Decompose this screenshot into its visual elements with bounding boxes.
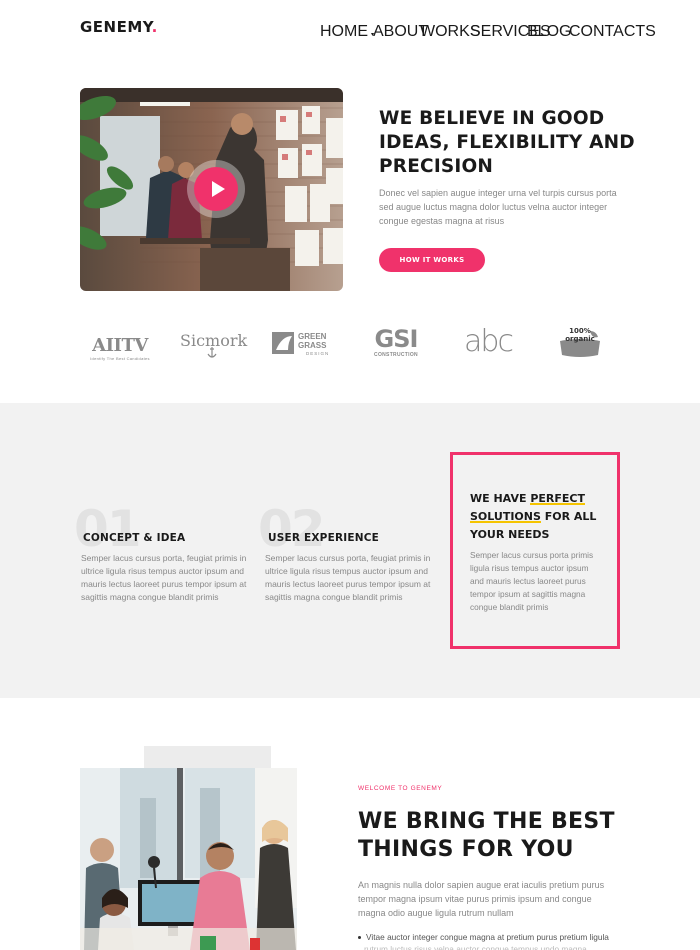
feature-title-concept: CONCEPT & IDEA [83, 532, 186, 544]
how-it-works-button[interactable]: HOW IT WORKS [379, 248, 485, 272]
leaf-icon [272, 332, 294, 354]
hero-video-thumbnail[interactable] [80, 88, 343, 291]
client-logo-sicmork-name: Sicmork [180, 331, 248, 350]
highlight-box-text: Semper lacus cursus porta primis ligula … [470, 550, 594, 612]
organic-badge: 100% organic [556, 327, 604, 357]
client-logo-aiitv-sub: Identify The Best Candidates [90, 356, 150, 361]
highlight-title-part-a: WE HAVE [470, 492, 531, 505]
client-logo-gsi-name: GSI [374, 325, 419, 353]
client-logo-greengrass-name: GREEN GRASS [298, 332, 327, 350]
client-logo-sicmork[interactable]: Sicmork [180, 331, 248, 359]
nav-item-blog[interactable]: BLOG [527, 23, 571, 41]
client-logo-aiitv[interactable]: AIITV Identify The Best Candidates [88, 335, 152, 361]
play-button[interactable] [187, 160, 245, 218]
highlight-title-perfect: PERFECT [530, 492, 585, 505]
hero-description: Donec vel sapien augue integer urna vel … [379, 188, 617, 226]
feature-number-2: 02 [258, 500, 326, 558]
play-button-inner [194, 167, 238, 211]
feature-title-ux: USER EXPERIENCE [268, 532, 379, 544]
about-eyebrow: WELCOME TO GENEMY [358, 785, 443, 792]
nav-item-home[interactable]: HOME ▾ [320, 23, 374, 41]
nav-item-contacts[interactable]: CONTACTS [569, 23, 656, 41]
client-logo-organic-name: 100% organic [565, 327, 595, 343]
client-logo-greengrass-sub: DESIGN [306, 351, 330, 356]
site-header: GENEMY. HOME ▾ ABOUT WORKS SERVICES BLOG … [0, 0, 700, 56]
about-text: An magnis nulla dolor sapien augue erat … [358, 880, 605, 918]
team-photo [80, 768, 297, 950]
about-bullet-item: Vitae auctor integer congue magna at pre… [358, 931, 628, 943]
feature-text-ux: Semper lacus cursus porta, feugiat primi… [265, 553, 431, 602]
client-logo-abc[interactable]: abc [456, 327, 520, 357]
play-icon [211, 181, 225, 197]
team-photo-image [80, 768, 297, 950]
bullet-dot-icon [358, 936, 361, 940]
feature-text-concept: Semper lacus cursus porta, feugiat primi… [81, 553, 247, 602]
feature-number-1: 01 [74, 500, 142, 558]
client-logo-gsi-sub: CONSTRUCTION [374, 352, 418, 358]
highlight-box: WE HAVE PERFECT SOLUTIONS FOR ALL YOUR NE… [450, 452, 620, 649]
client-logos: AIITV Identify The Best Candidates Sicmo… [80, 325, 620, 365]
client-logo-gsi[interactable]: GSI CONSTRUCTION [366, 327, 426, 358]
about-title: WE BRING THE BEST THINGS FOR YOU [358, 809, 615, 862]
client-logo-abc-name: abc [464, 324, 514, 359]
client-logo-organic[interactable]: 100% organic [552, 327, 608, 357]
nav-home-label: HOME [320, 23, 368, 40]
about-bullet-text: Vitae auctor integer congue magna at pre… [366, 932, 609, 942]
brand-name: GENEMY [80, 18, 152, 36]
highlight-box-title: WE HAVE PERFECT SOLUTIONS FOR ALL YOUR NE… [470, 490, 610, 544]
brand-dot: . [151, 18, 158, 36]
brand-logo[interactable]: GENEMY. [80, 18, 158, 36]
about-bullet-continued: rutrum luctus risus velna auctor congue … [364, 944, 587, 950]
highlight-title-solutions: SOLUTIONS [470, 510, 541, 523]
client-logo-aiitv-name: AIITV [92, 335, 148, 356]
hero-title: WE BELIEVE IN GOOD IDEAS, FLEXIBILITY AN… [379, 108, 635, 177]
